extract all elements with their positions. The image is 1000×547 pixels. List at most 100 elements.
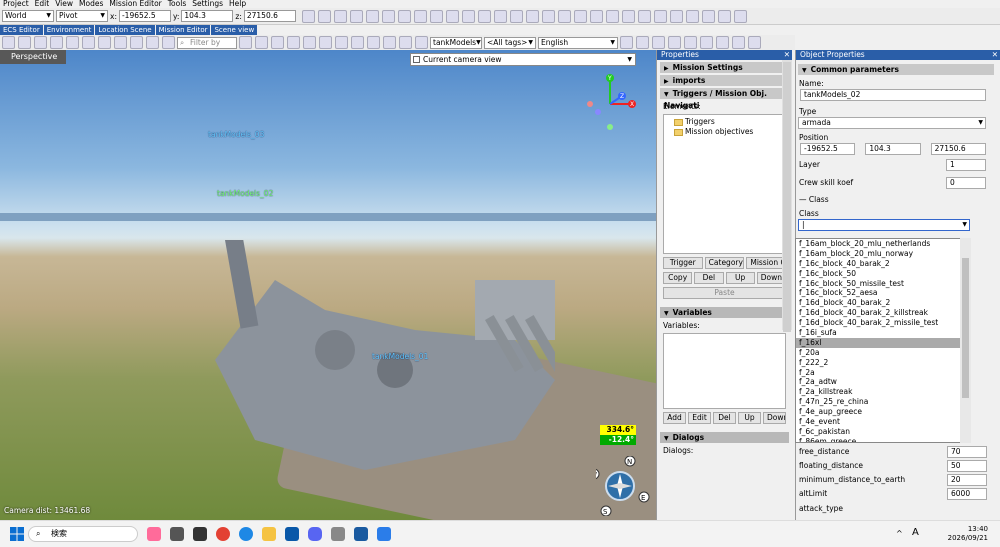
tool-icon[interactable] bbox=[429, 9, 443, 23]
axis-gizmo[interactable]: Y Z X bbox=[582, 72, 642, 132]
tool-icon[interactable] bbox=[701, 9, 715, 23]
tool-icon[interactable] bbox=[748, 36, 761, 49]
class-dropdown-list[interactable]: f_16am_block_20_mlu_netherlands f_16am_bl… bbox=[795, 238, 971, 443]
tool-icon[interactable] bbox=[301, 9, 315, 23]
category-button[interactable]: Category bbox=[704, 257, 745, 269]
tool-icon[interactable] bbox=[335, 36, 348, 49]
windows-start-icon[interactable] bbox=[10, 527, 24, 541]
mission-objective-button[interactable]: Mission O bbox=[746, 257, 787, 269]
dropdown-item[interactable]: f_16d_block_40_barak_2_missile_test bbox=[796, 318, 970, 328]
floating-distance-input[interactable]: 50 bbox=[947, 460, 987, 472]
tool-icon[interactable] bbox=[271, 36, 284, 49]
up-button[interactable]: Up bbox=[725, 272, 755, 284]
object-tag-01[interactable]: tankModels_01 bbox=[372, 352, 428, 361]
section-imports[interactable]: ▶ imports bbox=[660, 75, 789, 86]
tree-item-triggers[interactable]: Triggers bbox=[674, 117, 775, 127]
filter-input[interactable]: ⌕Filter by name bbox=[177, 36, 237, 57]
section-common-parameters[interactable]: ▼ Common parameters bbox=[798, 64, 994, 75]
tool-icon[interactable] bbox=[98, 36, 111, 49]
tool-icon[interactable] bbox=[605, 9, 619, 23]
section-mission-settings[interactable]: ▶ Mission Settings bbox=[660, 62, 789, 73]
dropdown-item[interactable]: f_6c_pakistan bbox=[796, 427, 970, 437]
dropdown-item[interactable]: f_16i_sufa bbox=[796, 328, 970, 338]
system-clock[interactable]: 13:40 2026/09/21 bbox=[948, 525, 988, 543]
tool-icon[interactable] bbox=[652, 36, 665, 49]
close-icon[interactable]: ✕ bbox=[784, 50, 790, 60]
layer-input[interactable]: 1 bbox=[946, 159, 986, 171]
section-triggers[interactable]: ▼ Triggers / Mission Obj. Navigati bbox=[660, 88, 789, 110]
tool-icon[interactable] bbox=[82, 36, 95, 49]
tab-mission-editor[interactable]: Mission Editor bbox=[155, 25, 211, 35]
dropdown-scrollbar[interactable] bbox=[960, 238, 971, 443]
tool-icon[interactable] bbox=[303, 36, 316, 49]
tool-icon[interactable] bbox=[287, 36, 300, 49]
tool-icon[interactable] bbox=[349, 9, 363, 23]
object-tag-03[interactable]: tankModels_03 bbox=[208, 130, 264, 139]
discord-icon[interactable] bbox=[308, 527, 322, 541]
object-tag-02[interactable]: tankModels_02 bbox=[217, 189, 273, 198]
tool-icon[interactable] bbox=[493, 9, 507, 23]
tool-icon[interactable] bbox=[146, 36, 159, 49]
tool-icon[interactable] bbox=[525, 9, 539, 23]
tool-icon[interactable] bbox=[557, 9, 571, 23]
section-dialogs[interactable]: ▼ Dialogs bbox=[660, 432, 789, 443]
tool-icon[interactable] bbox=[637, 9, 651, 23]
edit-variable-button[interactable]: Edit bbox=[688, 412, 711, 424]
add-variable-button[interactable]: Add bbox=[663, 412, 686, 424]
dropdown-item[interactable]: f_16d_block_40_barak_2 bbox=[796, 298, 970, 308]
tool-icon[interactable] bbox=[255, 36, 268, 49]
edge-icon[interactable] bbox=[239, 527, 253, 541]
tool-icon[interactable] bbox=[34, 36, 47, 49]
menu-modes[interactable]: Modes bbox=[76, 0, 106, 8]
position-z-input[interactable]: 27150.6 bbox=[930, 143, 986, 155]
app-icon-colorful[interactable] bbox=[147, 527, 161, 541]
down-variable-button[interactable]: Down bbox=[763, 412, 786, 424]
menu-project[interactable]: Project bbox=[0, 0, 32, 8]
dropdown-item[interactable]: f_16c_block_40_barak_2 bbox=[796, 259, 970, 269]
tool-icon[interactable] bbox=[717, 9, 731, 23]
scene-viewport[interactable]: Perspective Current camera view ▼ tankMod… bbox=[0, 50, 656, 520]
language-select[interactable]: English ▼ bbox=[538, 36, 618, 49]
dropdown-item[interactable]: f_4e_aup_greece bbox=[796, 407, 970, 417]
position-y-input[interactable]: 104.3 bbox=[865, 143, 921, 155]
tool-icon[interactable] bbox=[239, 36, 252, 49]
chrome-icon[interactable] bbox=[216, 527, 230, 541]
tool-icon[interactable] bbox=[319, 36, 332, 49]
tab-environment[interactable]: Environment bbox=[43, 25, 95, 35]
tool-icon[interactable] bbox=[367, 36, 380, 49]
tool-icon[interactable] bbox=[317, 9, 331, 23]
tool-icon[interactable] bbox=[541, 9, 555, 23]
copy-button[interactable]: Copy bbox=[663, 272, 693, 284]
tool-icon[interactable] bbox=[716, 36, 729, 49]
menu-mission-editor[interactable]: Mission Editor bbox=[106, 0, 164, 8]
tool-icon[interactable] bbox=[130, 36, 143, 49]
taskbar-search[interactable]: ⌕ 検索 bbox=[28, 526, 138, 542]
name-input[interactable]: tankModels_02 bbox=[800, 89, 986, 101]
tool-icon[interactable] bbox=[445, 9, 459, 23]
elements-tree[interactable]: Triggers Mission objectives bbox=[663, 114, 786, 254]
dropdown-item[interactable]: f_222_2 bbox=[796, 358, 970, 368]
tool-icon[interactable] bbox=[620, 36, 633, 49]
tool-icon[interactable] bbox=[509, 9, 523, 23]
tool-icon[interactable] bbox=[669, 9, 683, 23]
dropdown-item[interactable]: f_47n_25_re_china bbox=[796, 397, 970, 407]
tool-icon[interactable] bbox=[66, 36, 79, 49]
app-icon-editor[interactable] bbox=[354, 527, 368, 541]
chevron-up-icon[interactable]: ^ bbox=[896, 529, 903, 538]
tool-icon[interactable] bbox=[621, 9, 635, 23]
viewport-mode-label[interactable]: Perspective bbox=[0, 50, 66, 64]
dropdown-item[interactable]: f_16xl bbox=[796, 337, 970, 348]
del-button[interactable]: Del bbox=[694, 272, 724, 284]
type-select[interactable]: armada ▼ bbox=[798, 117, 986, 129]
ime-indicator[interactable]: A bbox=[912, 527, 919, 538]
dropdown-item[interactable]: f_2a bbox=[796, 368, 970, 378]
tool-icon[interactable] bbox=[413, 9, 427, 23]
file-explorer-icon[interactable] bbox=[262, 527, 276, 541]
close-icon[interactable]: ✕ bbox=[992, 50, 998, 60]
space-select[interactable]: World ▼ bbox=[2, 10, 54, 22]
app-icon-blue[interactable] bbox=[377, 527, 391, 541]
tool-icon[interactable] bbox=[162, 36, 175, 49]
dropdown-item[interactable]: f_16am_block_20_mlu_netherlands bbox=[796, 239, 970, 249]
tool-icon[interactable] bbox=[573, 9, 587, 23]
tool-icon[interactable] bbox=[399, 36, 412, 49]
